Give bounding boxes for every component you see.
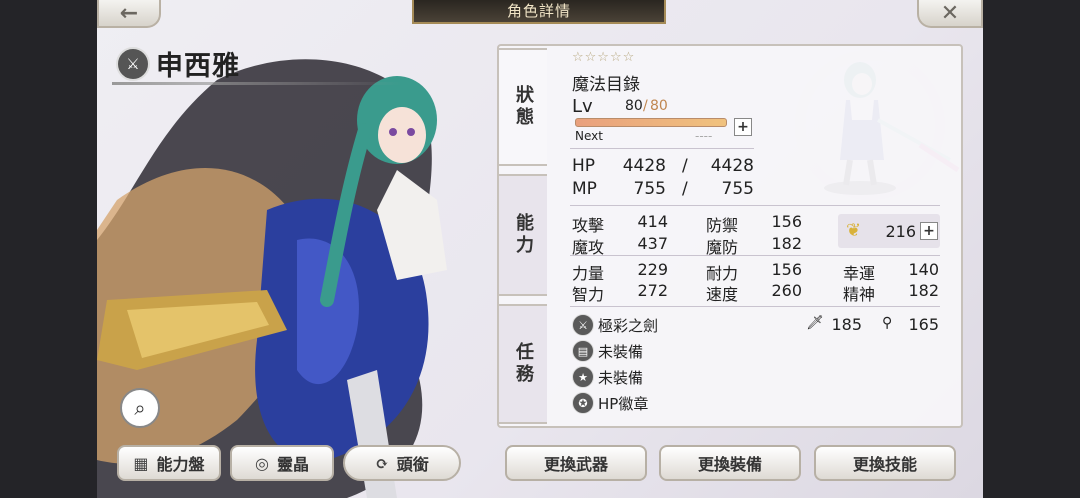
matk-value: 437 (637, 234, 668, 253)
equip-armor-label[interactable]: 未裝備 (598, 341, 643, 362)
crystal-icon: ◎ (255, 453, 269, 473)
def-value: 156 (771, 212, 802, 231)
tab-ability[interactable]: 能力 (497, 174, 547, 296)
atk-label: 攻擊 (572, 216, 605, 235)
refresh-icon: ⟳ (375, 453, 389, 473)
weapon-mag-value: 165 (908, 315, 939, 334)
vit-value: 156 (771, 260, 802, 279)
tab-status[interactable]: 狀態 (497, 48, 547, 166)
character-artwork (97, 59, 447, 498)
mp-max: 755 (721, 179, 754, 199)
next-value: ---- (695, 129, 713, 143)
level-current: 80 (625, 98, 643, 114)
hp-label: HP (572, 156, 596, 176)
spd-label: 速度 (706, 285, 739, 304)
luck-value: 140 (908, 260, 939, 279)
def-label: 防禦 (706, 216, 739, 235)
ability-board-button[interactable]: ▦ 能力盤 (117, 445, 221, 481)
divider (570, 148, 754, 149)
rank-button[interactable]: ⟳ 頭銜 (343, 445, 461, 481)
tab-quest-label: 任務 (513, 342, 534, 386)
str-value: 229 (637, 260, 668, 279)
sword-icon: ⚔ (572, 314, 594, 336)
left-margin (0, 0, 97, 498)
back-button[interactable]: ← (97, 0, 161, 28)
divider (570, 255, 940, 256)
int-label: 智力 (572, 285, 605, 304)
close-icon: ✕ (940, 0, 960, 26)
ability-board-label: 能力盤 (156, 455, 205, 474)
tab-quest[interactable]: 任務 (497, 304, 547, 424)
mp-slash: / (682, 179, 688, 199)
level-max: 80 (650, 98, 668, 114)
spirit-button[interactable]: ◎ 靈晶 (230, 445, 334, 481)
exp-bar (575, 118, 727, 127)
mp-current: 755 (633, 179, 666, 199)
atk-value: 414 (637, 212, 668, 231)
change-skill-label: 更換技能 (852, 455, 917, 474)
rarity-stars: ☆☆☆☆☆ (572, 50, 636, 65)
spd-value: 260 (771, 281, 802, 300)
star-icon: ★ (572, 366, 594, 388)
spi-label: 精神 (843, 285, 876, 304)
tab-ability-label: 能力 (513, 213, 534, 257)
mp-label: MP (572, 179, 597, 199)
equip-badge-label[interactable]: HP徽章 (598, 393, 648, 414)
badge-icon: ✪ (572, 392, 594, 414)
change-skill-button[interactable]: 更換技能 (814, 445, 956, 481)
wing-value: 216 (885, 222, 916, 241)
equip-weapon-label[interactable]: 極彩之劍 (598, 315, 658, 336)
back-arrow-icon: ← (119, 0, 139, 26)
change-weapon-label: 更換武器 (543, 455, 608, 474)
change-gear-button[interactable]: 更換裝備 (659, 445, 801, 481)
magic-wand-icon: ⚲ (882, 315, 893, 331)
wing-icon: ❦ (846, 220, 862, 241)
weapon-phys-value: 185 (831, 315, 862, 334)
hp-max: 4428 (710, 156, 754, 176)
zoom-magnifier-icon[interactable]: ⌕ (120, 388, 160, 428)
character-name: 申西雅 (156, 51, 240, 82)
level-up-plus-button[interactable]: + (734, 118, 752, 136)
page-title: 角色詳情 (412, 0, 666, 24)
mdef-value: 182 (771, 234, 802, 253)
name-underline (112, 82, 402, 85)
close-button[interactable]: ✕ (917, 0, 983, 28)
armor-icon: ▤ (572, 340, 594, 362)
grid-icon: ▦ (133, 453, 149, 473)
change-weapon-button[interactable]: 更換武器 (505, 445, 647, 481)
equip-accessory-label[interactable]: 未裝備 (598, 367, 643, 388)
spi-value: 182 (908, 281, 939, 300)
rank-label: 頭銜 (396, 455, 429, 474)
job-name: 魔法目錄 (572, 75, 640, 95)
level-label: Lv (572, 96, 593, 117)
wing-plus-button[interactable]: + (920, 222, 938, 240)
right-margin (983, 0, 1080, 498)
tab-status-label: 狀態 (513, 85, 534, 129)
level-slash: / (643, 98, 648, 114)
change-gear-label: 更換裝備 (697, 455, 762, 474)
hp-current: 4428 (622, 156, 666, 176)
character-name-row: ⚔ 申西雅 (116, 44, 240, 83)
hp-slash: / (682, 156, 688, 176)
divider (570, 306, 940, 307)
next-label: Next (575, 129, 603, 143)
int-value: 272 (637, 281, 668, 300)
spirit-label: 靈晶 (276, 455, 309, 474)
divider (570, 205, 940, 206)
sword-class-icon: ⚔ (116, 46, 150, 81)
